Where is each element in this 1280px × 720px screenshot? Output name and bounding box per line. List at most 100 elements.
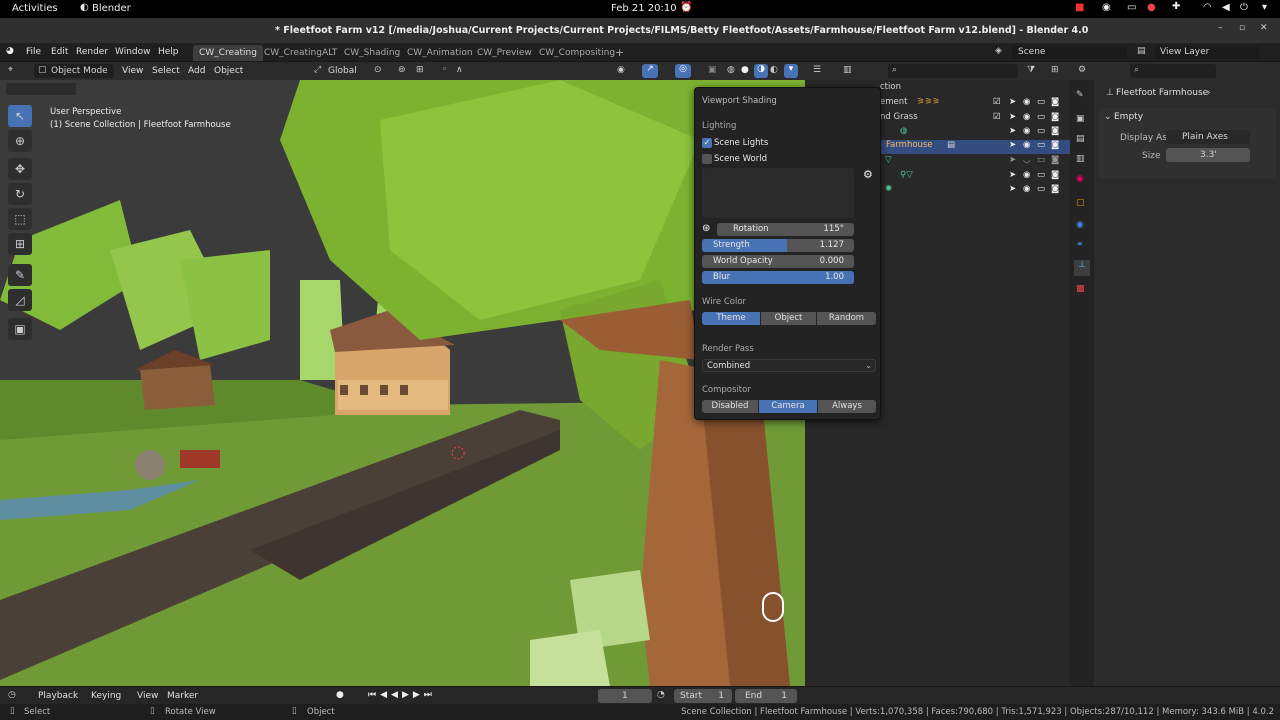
xray-icon[interactable]: ▣ [708,65,717,75]
wifi-icon[interactable]: ◠ [1203,2,1212,13]
falloff-icon[interactable]: ∧ [456,65,463,75]
tab-cw-animation[interactable]: CW_Animation [401,45,479,61]
select-arrow-icon[interactable]: ➤ [1009,97,1016,107]
rendered-shading-icon[interactable]: ◐ [770,65,778,75]
viewport-disable-icon[interactable]: ▭ [1037,126,1045,136]
solid-shading-icon[interactable]: ● [741,65,749,75]
snap-settings-icon[interactable]: ⊞ [416,65,424,75]
viewport-menu-select[interactable]: Select [152,66,180,76]
editor-type-icon[interactable]: ⌖ [8,65,13,75]
shading-dropdown-icon[interactable]: ▾ [784,64,798,78]
select-arrow-icon[interactable]: ➤ [1009,126,1016,136]
checkbox-icon[interactable]: ☑ [993,112,1001,122]
proportional-edit-icon[interactable]: ◦ [442,65,447,75]
scene-world-checkbox[interactable] [702,154,712,164]
tool-tab-icon[interactable]: ✎ [1076,90,1084,100]
volume-icon[interactable]: ◀ [1222,2,1230,13]
new-collection-icon[interactable]: ⊞ [1051,65,1059,75]
viewport-menu-object[interactable]: Object [214,66,243,76]
eye-icon[interactable]: ◉ [1023,126,1030,136]
power-icon[interactable]: ⏻ [1240,2,1248,13]
playback-controls[interactable]: ⏮◀◀▶▶⏭ [368,690,436,700]
maximize-icon[interactable]: ▫ [1239,23,1245,33]
object-tab-icon[interactable]: ▢ [1076,198,1085,208]
tab-cw-compositing[interactable]: CW_Compositing [533,45,621,61]
playback-menu[interactable]: Playback [38,691,78,701]
eye-icon[interactable]: ◉ [1023,140,1030,150]
gizmo-toggle-icon[interactable]: ↗ [642,64,658,78]
timeline-view-menu[interactable]: View [137,691,158,701]
viewport-disable-icon[interactable]: ▭ [1037,170,1045,180]
eye-icon[interactable]: ◉ [1023,112,1030,122]
wire-color-random[interactable]: Random [817,312,876,325]
render-disable-icon[interactable]: ◙ [1051,140,1059,150]
select-tool-icon[interactable]: ↖ [8,105,32,127]
hdri-preview[interactable] [702,168,854,218]
mode-selector[interactable]: ▢ Object Mode [34,64,114,78]
cursor-tool-icon[interactable]: ⊕ [8,130,32,152]
material-shading-icon[interactable]: ◑ [754,64,768,78]
eye-icon[interactable]: ◉ [1023,170,1030,180]
outliner-editor-icon[interactable]: ☰ [813,65,821,75]
render-disable-icon[interactable]: ◙ [1051,184,1059,194]
minimize-icon[interactable]: – [1218,23,1223,33]
outliner-search-input[interactable]: ⌕ [888,64,1018,78]
render-disable-icon[interactable]: ◙ [1051,112,1059,122]
render-tab-icon[interactable]: ▣ [1076,114,1085,124]
annotate-tool-icon[interactable]: ✎ [8,264,32,286]
plus-icon[interactable]: ✚ [1172,1,1180,12]
texture-tab-icon[interactable]: ▩ [1076,284,1085,294]
chevron-down-icon[interactable]: ▾ [1262,2,1267,13]
render-pass-dropdown[interactable]: Combined ⌄ [702,359,876,372]
eye-closed-icon[interactable]: ◡ [1023,155,1030,165]
viewport-menu-view[interactable]: View [122,66,143,76]
scene-lights-checkbox[interactable]: ✓ [702,138,712,148]
wireframe-shading-icon[interactable]: ◍ [727,65,735,75]
end-frame-field[interactable]: End 1 [735,689,797,703]
strength-slider[interactable]: Strength 1.127 [702,239,854,252]
checkbox-icon[interactable]: ☑ [993,97,1001,107]
select-arrow-icon[interactable]: ➤ [1009,184,1016,194]
selection-mode-buttons[interactable] [6,83,76,95]
menu-render[interactable]: Render [76,47,108,57]
scene-selector[interactable]: Scene [1012,46,1127,59]
scale-tool-icon[interactable]: ⬚ [8,208,32,230]
view-layer-selector[interactable]: View Layer [1154,46,1259,59]
pivot-icon[interactable]: ⊙ [374,65,382,75]
size-field[interactable]: 3.3' [1166,148,1250,162]
add-workspace-icon[interactable]: + [615,46,624,59]
close-icon[interactable]: ✕ [1260,23,1268,33]
render-disable-icon[interactable]: ◙ [1051,155,1059,165]
chrome-icon[interactable]: ● [1147,2,1156,13]
menu-help[interactable]: Help [158,47,179,57]
eye-icon[interactable]: ◉ [1023,184,1030,194]
scene-tab-icon[interactable]: ◉ [1076,174,1084,184]
tab-cw-creatingalt[interactable]: CW_CreatingALT [258,45,343,61]
compositor-always[interactable]: Always [818,400,876,413]
visibility-icon[interactable]: ◉ [617,65,625,75]
start-frame-field[interactable]: Start 1 [674,689,732,703]
menu-window[interactable]: Window [115,47,151,57]
select-arrow-icon[interactable]: ➤ [1009,155,1016,165]
marker-menu[interactable]: Marker [167,691,198,701]
current-frame-field[interactable]: 1 [598,689,652,703]
activities-button[interactable]: Activities [12,3,58,14]
world-opacity-slider[interactable]: World Opacity 0.000 [702,255,854,268]
viewport-disable-icon[interactable]: ▭ [1037,112,1045,122]
constraints-tab-icon[interactable]: ⚭ [1076,240,1084,250]
rotate-tool-icon[interactable]: ↻ [8,183,32,205]
record-keyframe-icon[interactable]: ● [336,690,344,700]
add-cube-tool-icon[interactable]: ▣ [8,318,32,340]
app-menu[interactable]: Blender [92,3,131,14]
select-arrow-icon[interactable]: ➤ [1009,112,1016,122]
gear-icon[interactable]: ⚙ [863,168,873,181]
world-rotation-icon[interactable]: ⊛ [702,223,714,235]
output-tab-icon[interactable]: ▤ [1076,134,1085,144]
render-disable-icon[interactable]: ◙ [1051,126,1059,136]
wire-color-object[interactable]: Object [761,312,816,325]
blur-slider[interactable]: Blur 1.00 [702,271,854,284]
overlay-toggle-icon[interactable]: ◎ [675,64,691,78]
snap-icon[interactable]: ⊚ [398,65,406,75]
clock-icon[interactable]: ◔ [657,690,665,700]
move-tool-icon[interactable]: ✥ [8,158,32,180]
